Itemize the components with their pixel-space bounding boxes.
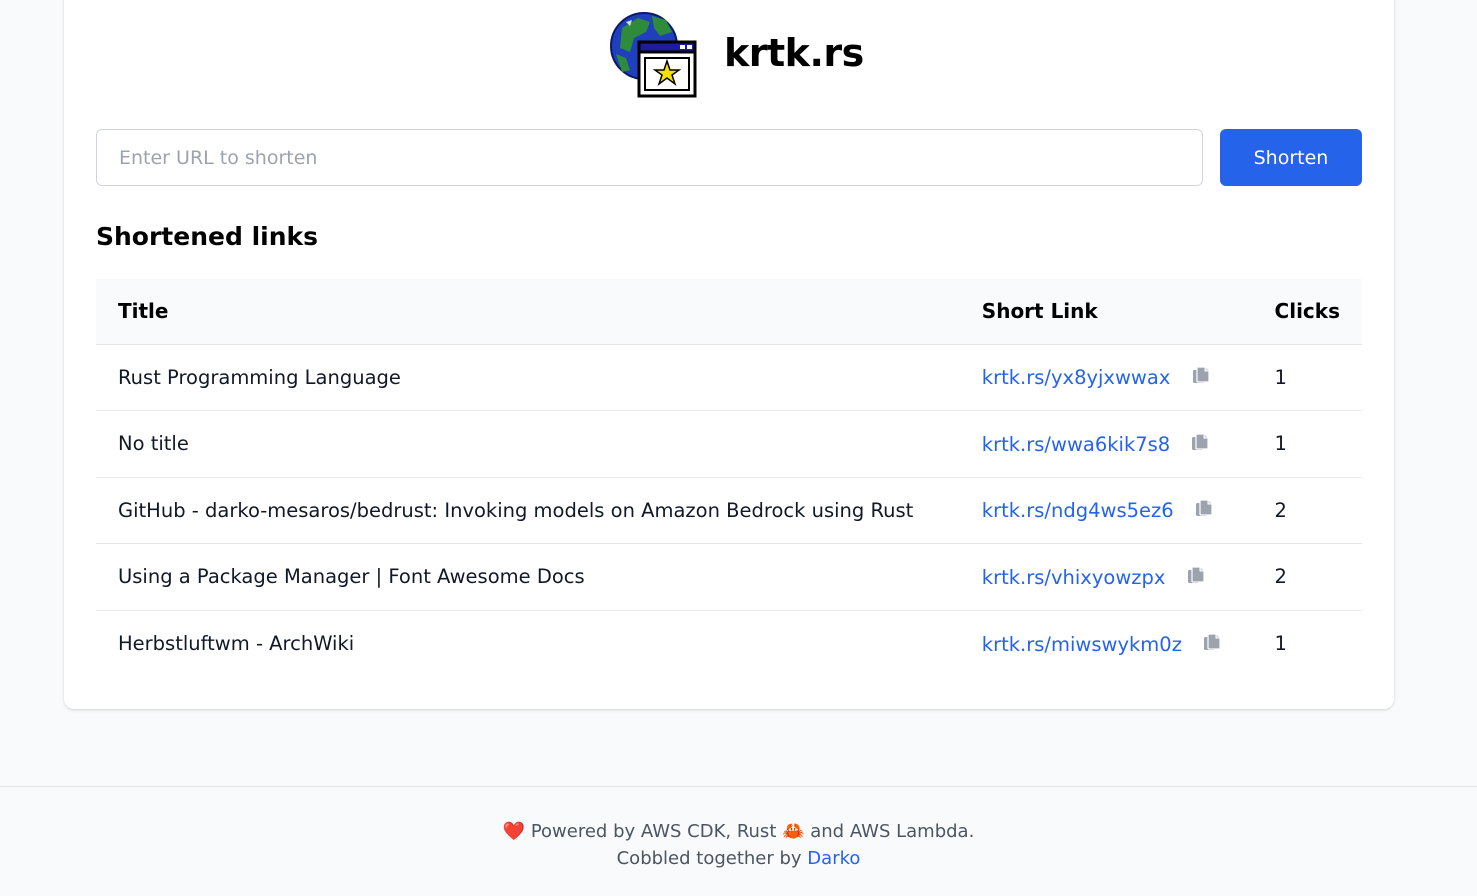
click-count: 2 [1274, 565, 1287, 589]
link-title: No title [118, 432, 189, 456]
short-link[interactable]: krtk.rs/vhixyowzpx [982, 566, 1166, 589]
footer-credits: Cobbled together by Darko [0, 848, 1477, 869]
short-link[interactable]: krtk.rs/wwa6kik7s8 [982, 433, 1170, 456]
short-link[interactable]: krtk.rs/ndg4ws5ez6 [982, 499, 1174, 522]
link-title: Herbstluftwm - ArchWiki [118, 632, 355, 655]
short-link[interactable]: krtk.rs/yx8yjxwwax [982, 366, 1171, 389]
author-link[interactable]: Darko [807, 848, 860, 869]
footer-powered-by: ❤️ Powered by AWS CDK, Rust 🦀 and AWS La… [0, 821, 1477, 842]
copy-icon[interactable] [1202, 632, 1222, 652]
copy-icon[interactable] [1186, 565, 1206, 585]
short-link[interactable]: krtk.rs/miwswykm0z [982, 633, 1182, 656]
table-row: No title krtk.rs/wwa6kik7s8 1 [96, 410, 1362, 478]
table-row: Rust Programming Language krtk.rs/yx8yjx… [96, 344, 1362, 411]
credits-text: Cobbled together by [616, 848, 808, 869]
copy-icon[interactable] [1190, 432, 1210, 452]
links-table: Title Short Link Clicks Rust Programming… [96, 279, 1362, 677]
url-input[interactable] [96, 129, 1203, 186]
short-link-cell: krtk.rs/ndg4ws5ez6 [960, 477, 1253, 544]
short-link-cell: krtk.rs/yx8yjxwwax [960, 344, 1253, 411]
column-header-clicks: Clicks [1274, 299, 1340, 324]
heart-icon: ❤️ [502, 821, 526, 842]
column-header-short-link: Short Link [981, 299, 1098, 324]
copy-icon[interactable] [1191, 365, 1211, 385]
click-count: 1 [1274, 632, 1287, 655]
short-link-cell: krtk.rs/wwa6kik7s8 [960, 411, 1253, 478]
click-count: 1 [1274, 365, 1287, 389]
powered-by-text: Powered by AWS CDK, Rust [525, 821, 783, 842]
app-title: krtk.rs [724, 31, 864, 75]
column-header-title: Title [118, 299, 169, 324]
app-header: krtk.rs [608, 8, 864, 98]
powered-by-suffix: and AWS Lambda. [804, 821, 975, 842]
section-title: Shortened links [96, 222, 319, 251]
table-row: Using a Package Manager | Font Awesome D… [96, 543, 1362, 611]
click-count: 1 [1274, 432, 1287, 456]
table-row: GitHub - darko-mesaros/bedrust: Invoking… [96, 477, 1362, 544]
footer: ❤️ Powered by AWS CDK, Rust 🦀 and AWS La… [0, 786, 1477, 896]
globe-window-logo-icon [610, 12, 697, 98]
table-header-row: Title Short Link Clicks [96, 279, 1362, 344]
link-title: Using a Package Manager | Font Awesome D… [118, 565, 585, 589]
short-link-cell: krtk.rs/miwswykm0z [960, 610, 1253, 677]
short-link-cell: krtk.rs/vhixyowzpx [960, 544, 1253, 611]
link-title: GitHub - darko-mesaros/bedrust: Invoking… [118, 498, 914, 522]
click-count: 2 [1274, 498, 1287, 522]
table-row: Herbstluftwm - ArchWiki krtk.rs/miwswykm… [96, 610, 1362, 677]
link-title: Rust Programming Language [118, 365, 401, 389]
crab-icon: 🦀 [782, 821, 805, 842]
shorten-button[interactable]: Shorten [1220, 129, 1362, 186]
copy-icon[interactable] [1194, 498, 1214, 518]
